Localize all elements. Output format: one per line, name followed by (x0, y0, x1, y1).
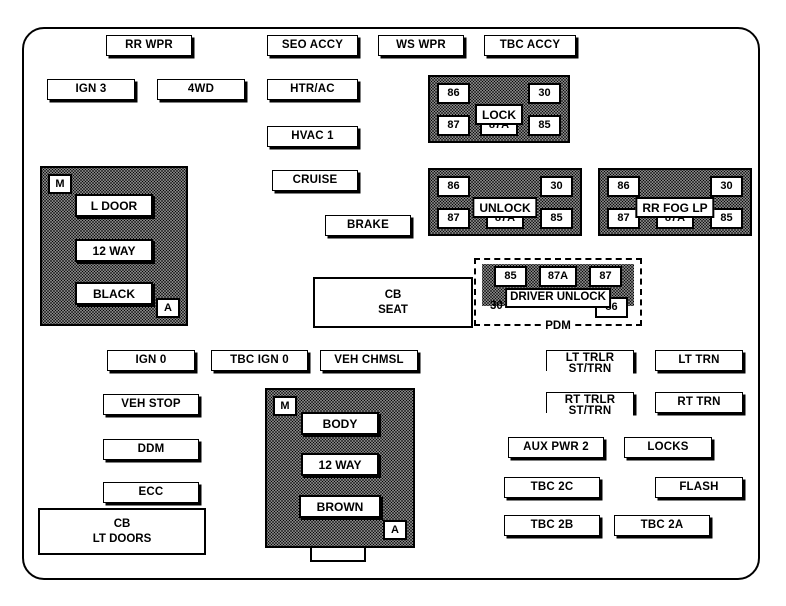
fuse-locks[interactable]: LOCKS (624, 437, 712, 458)
relay-name-rr-fog-lp: RR FOG LP (635, 197, 715, 218)
fuse-label-line2: ST/TRN (547, 405, 633, 418)
fuse-brake[interactable]: BRAKE (325, 215, 411, 236)
pdm-pin-30: 30 (490, 299, 503, 312)
connector-left-door-connector[interactable]: M A L DOOR 12 WAY BLACK (40, 166, 188, 326)
fuse-tbc-2c[interactable]: TBC 2C (504, 477, 600, 498)
connector-tab (310, 548, 366, 562)
connector-label-brown: BROWN (299, 495, 381, 518)
connector-label-body: BODY (301, 412, 379, 435)
relay-name-unlock: UNLOCK (472, 197, 538, 218)
relay-lock[interactable]: 86 30 87 85 87A LOCK (428, 75, 570, 143)
breaker-line1: CB (113, 518, 131, 531)
relay-terminal-87: 87 (589, 266, 622, 287)
fuse-rr-wpr[interactable]: RR WPR (106, 35, 192, 56)
fuse-ddm[interactable]: DDM (103, 439, 199, 460)
fuse-flash[interactable]: FLASH (655, 477, 743, 498)
connector-body-connector[interactable]: M A BODY 12 WAY BROWN (265, 388, 415, 548)
fuse-aux-pwr-2[interactable]: AUX PWR 2 (508, 437, 604, 458)
fuse-rt-trn[interactable]: RT TRN (655, 392, 743, 413)
fuse-veh-stop[interactable]: VEH STOP (103, 394, 199, 415)
breaker-line2: SEAT (378, 303, 408, 316)
fuse-lt-trlr-st-trn[interactable]: LT TRLR ST/TRN (546, 350, 634, 376)
relay-terminal-87A: 87A (539, 266, 577, 287)
breaker-cb-lt-doors[interactable]: CB LT DOORS (38, 508, 206, 555)
relay-terminal-85: 85 (540, 208, 573, 229)
pdm-label: PDM (542, 320, 574, 332)
fuse-tbc-accy[interactable]: TBC ACCY (484, 35, 576, 56)
fuse-seo-accy[interactable]: SEO ACCY (267, 35, 358, 56)
relay-terminal-87: 87 (437, 115, 470, 136)
relay-terminal-30: 30 (540, 176, 573, 197)
relay-terminal-30: 30 (710, 176, 743, 197)
fuse-tbc-2b[interactable]: TBC 2B (504, 515, 600, 536)
fuse-veh-chmsl[interactable]: VEH CHMSL (320, 350, 418, 371)
fuse-htr-ac[interactable]: HTR/AC (267, 79, 358, 100)
relay-terminal-86: 86 (437, 83, 470, 104)
fuse-lt-trn[interactable]: LT TRN (655, 350, 743, 371)
breaker-cb-seat[interactable]: CB SEAT (313, 277, 473, 328)
fuse-ecc[interactable]: ECC (103, 482, 199, 503)
relay-terminal-85: 85 (494, 266, 527, 287)
relay-name-driver-unlock: DRIVER UNLOCK (505, 288, 611, 308)
connector-label-12-way: 12 WAY (75, 239, 153, 262)
connector-label-12-way: 12 WAY (301, 453, 379, 476)
fuse-cruise[interactable]: CRUISE (272, 170, 358, 191)
relay-terminal-86: 86 (607, 176, 640, 197)
fuse-ws-wpr[interactable]: WS WPR (378, 35, 464, 56)
fuse-label-line2: ST/TRN (547, 363, 633, 376)
relay-terminal-86: 86 (437, 176, 470, 197)
fuse-rt-trlr-st-trn[interactable]: RT TRLR ST/TRN (546, 392, 634, 418)
fuse-ign-0[interactable]: IGN 0 (107, 350, 195, 371)
connector-label-l-door: L DOOR (75, 194, 153, 217)
fuse-block-diagram: RR WPR SEO ACCY WS WPR TBC ACCY IGN 3 4WD HTR/… (0, 0, 786, 606)
connector-tag-m: M (48, 174, 72, 194)
relay-terminal-85: 85 (710, 208, 743, 229)
relay-rr-fog-lp[interactable]: 86 30 87 85 87A RR FOG LP (598, 168, 752, 236)
breaker-line2: LT DOORS (92, 532, 152, 545)
fuse-4wd[interactable]: 4WD (157, 79, 245, 100)
relay-unlock[interactable]: 86 30 87 85 87A UNLOCK (428, 168, 582, 236)
connector-label-black: BLACK (75, 282, 153, 305)
fuse-tbc-ign-0[interactable]: TBC IGN 0 (211, 350, 308, 371)
breaker-line1: CB (384, 289, 402, 302)
connector-tag-a: A (156, 298, 180, 318)
fuse-hvac-1[interactable]: HVAC 1 (267, 126, 358, 147)
relay-name-lock: LOCK (475, 104, 523, 125)
connector-tag-m: M (273, 396, 297, 416)
relay-terminal-87: 87 (437, 208, 470, 229)
connector-tag-a: A (383, 520, 407, 540)
fuse-tbc-2a[interactable]: TBC 2A (614, 515, 710, 536)
pdm-enclosure[interactable]: 85 87A 87 86 DRIVER UNLOCK 30 PDM (474, 258, 642, 332)
fuse-ign-3[interactable]: IGN 3 (47, 79, 135, 100)
relay-terminal-85: 85 (528, 115, 561, 136)
relay-terminal-30: 30 (528, 83, 561, 104)
